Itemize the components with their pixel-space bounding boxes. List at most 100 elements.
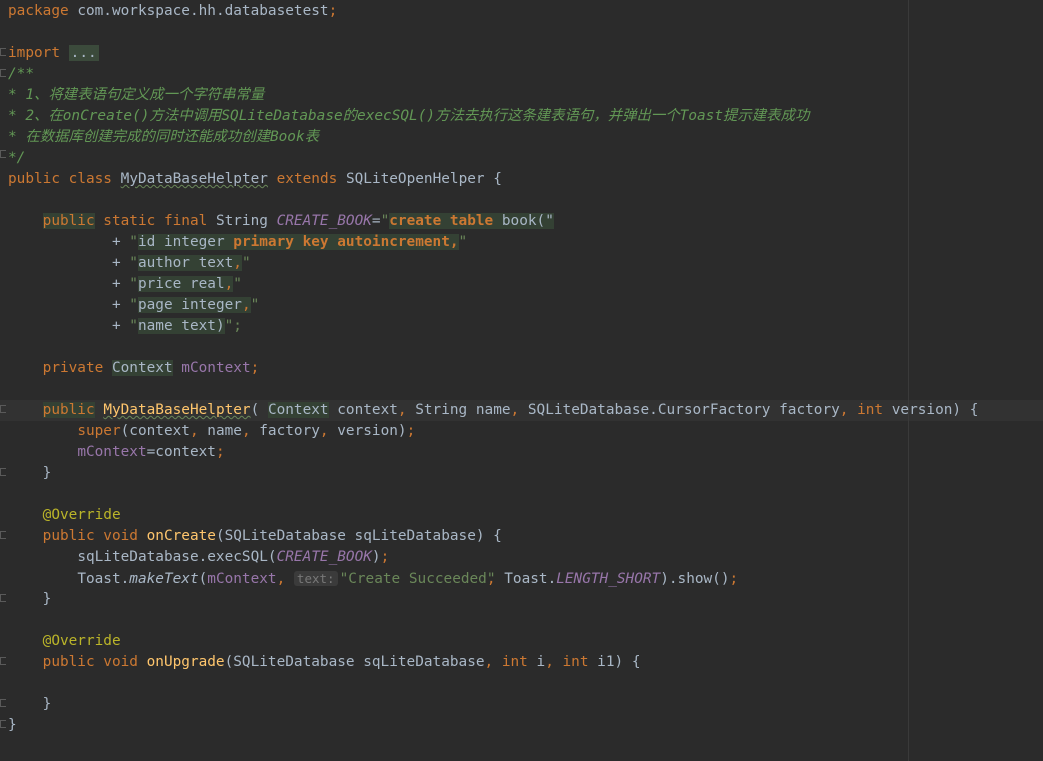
code-line-package[interactable]: package com.workspace.hh.databasetest; bbox=[8, 1, 337, 22]
fold-marker-icon[interactable] bbox=[0, 594, 6, 602]
keyword: int bbox=[857, 402, 884, 418]
sql-text: page integer bbox=[137, 297, 242, 313]
code-line-class-declaration[interactable]: public class MyDataBaseHelpter extends S… bbox=[8, 169, 502, 190]
code-line-sql[interactable]: + "id integer primary key autoincrement,… bbox=[8, 232, 467, 253]
params: (SQLiteDatabase sqLiteDatabase) { bbox=[215, 528, 502, 544]
code-line-brace[interactable]: } bbox=[8, 463, 52, 484]
comma: , bbox=[241, 423, 260, 439]
semicolon: ; bbox=[380, 549, 390, 565]
sql-text: author text bbox=[137, 255, 234, 271]
sql-text: name text) bbox=[137, 318, 225, 334]
brace: } bbox=[42, 591, 52, 607]
code-editor[interactable]: package com.workspace.hh.databasetest; i… bbox=[0, 0, 1043, 761]
keyword: public void bbox=[42, 528, 147, 544]
paren: ( bbox=[198, 571, 208, 587]
type: Context bbox=[111, 360, 173, 376]
fold-marker-icon[interactable] bbox=[0, 657, 6, 665]
fold-marker-icon[interactable] bbox=[0, 69, 6, 77]
fold-marker-icon[interactable] bbox=[0, 405, 6, 413]
code-line-assign[interactable]: mContext=context; bbox=[8, 442, 224, 463]
package-name: com.workspace.hh.databasetest bbox=[68, 3, 329, 19]
code-line-sql[interactable]: + "author text," bbox=[8, 253, 251, 274]
code-line-brace[interactable]: } bbox=[8, 694, 52, 715]
sql-text: book(" bbox=[493, 213, 554, 229]
code-line-oncreate[interactable]: public void onCreate(SQLiteDatabase sqLi… bbox=[8, 526, 502, 547]
code-line-import[interactable]: import ... bbox=[8, 43, 99, 64]
code-line-sql[interactable]: + "page integer," bbox=[8, 295, 259, 316]
comment-line: /** bbox=[8, 66, 34, 82]
code-line-toast[interactable]: Toast.makeText(mContext, text: "Create Su… bbox=[8, 568, 738, 589]
sql-punct: , bbox=[233, 255, 242, 271]
string: " bbox=[129, 297, 138, 313]
string: "; bbox=[224, 318, 242, 334]
method-name: onUpgrade bbox=[146, 654, 225, 670]
code-line-sql[interactable]: + "price real," bbox=[8, 274, 242, 295]
code-line-execsql[interactable]: sqLiteDatabase.execSQL(CREATE_BOOK); bbox=[8, 547, 389, 568]
fold-marker-icon[interactable] bbox=[0, 150, 6, 158]
keyword: class bbox=[68, 171, 112, 187]
code-line-annotation[interactable]: @Override bbox=[8, 505, 121, 526]
string: " bbox=[380, 213, 390, 229]
brace: } bbox=[42, 465, 52, 481]
keyword: private bbox=[42, 360, 112, 376]
arg: version) bbox=[337, 423, 407, 439]
annotation: @Override bbox=[42, 507, 121, 523]
keyword: public void bbox=[42, 654, 147, 670]
comment-line: * 1、将建表语句定义成一个字符串常量 bbox=[8, 87, 265, 103]
fold-marker-icon[interactable] bbox=[0, 699, 6, 707]
semicolon: ; bbox=[328, 3, 338, 19]
param-hint: text: bbox=[293, 571, 338, 586]
keyword: int bbox=[562, 654, 589, 670]
code-line-onupgrade[interactable]: public void onUpgrade(SQLiteDatabase sqL… bbox=[8, 652, 641, 673]
fold-marker-icon[interactable] bbox=[0, 468, 6, 476]
comma: , bbox=[319, 423, 338, 439]
code-line-sql[interactable]: + "name text)"; bbox=[8, 316, 242, 337]
arg: name bbox=[207, 423, 242, 439]
code-line-brace[interactable]: } bbox=[8, 589, 52, 610]
keyword: extends bbox=[276, 171, 338, 187]
code-line-constant[interactable]: public static final String CREATE_BOOK="… bbox=[8, 211, 554, 232]
paren: ) bbox=[371, 549, 381, 565]
semicolon: ; bbox=[250, 360, 260, 376]
operator: + bbox=[111, 297, 130, 313]
comma: , bbox=[276, 571, 294, 587]
type: String bbox=[215, 213, 277, 229]
param: context bbox=[328, 402, 398, 418]
operator: = bbox=[371, 213, 381, 229]
keyword: int bbox=[501, 654, 528, 670]
code-line-field[interactable]: private Context mContext; bbox=[8, 358, 259, 379]
comment-line: * 在数据库创建完成的同时还能成功创建Book表 bbox=[8, 129, 320, 145]
paren: ( bbox=[250, 402, 268, 418]
import-fold-toggle[interactable]: ... bbox=[68, 45, 99, 61]
code-line-constructor[interactable]: public MyDataBaseHelpter( Context contex… bbox=[8, 400, 978, 421]
string: " bbox=[129, 234, 138, 250]
type: Context bbox=[267, 402, 329, 418]
constant-ref: LENGTH_SHORT bbox=[556, 571, 661, 587]
param: i1) { bbox=[588, 654, 641, 670]
class-name: MyDataBaseHelpter bbox=[120, 171, 268, 187]
assign: =context bbox=[146, 444, 216, 460]
comment-line: * 2、在onCreate()方法中调用SQLiteDatabase的execS… bbox=[8, 108, 810, 124]
code-line-annotation[interactable]: @Override bbox=[8, 631, 121, 652]
string: " bbox=[129, 318, 138, 334]
operator: + bbox=[111, 255, 130, 271]
annotation: @Override bbox=[42, 633, 121, 649]
operator: + bbox=[111, 276, 130, 292]
string: " bbox=[458, 234, 468, 250]
keyword: public bbox=[42, 402, 95, 418]
comma: , bbox=[839, 402, 858, 418]
right-margin-guide bbox=[908, 0, 909, 761]
code-line-super[interactable]: super(context, name, factory, version); bbox=[8, 421, 415, 442]
brace: { bbox=[484, 171, 502, 187]
field-name: mContext bbox=[77, 444, 147, 460]
string: " bbox=[129, 255, 138, 271]
brace: } bbox=[8, 717, 17, 733]
fold-marker-icon[interactable] bbox=[0, 720, 6, 728]
fold-marker-icon[interactable] bbox=[0, 48, 6, 56]
code-line-class-close[interactable]: } bbox=[8, 715, 17, 736]
keyword: super bbox=[77, 423, 121, 439]
sql-keyword: primary key autoincrement, bbox=[233, 234, 459, 250]
fold-marker-icon[interactable] bbox=[0, 531, 6, 539]
sql-keyword: create table bbox=[389, 213, 494, 229]
class-ref: Toast. bbox=[504, 571, 557, 587]
